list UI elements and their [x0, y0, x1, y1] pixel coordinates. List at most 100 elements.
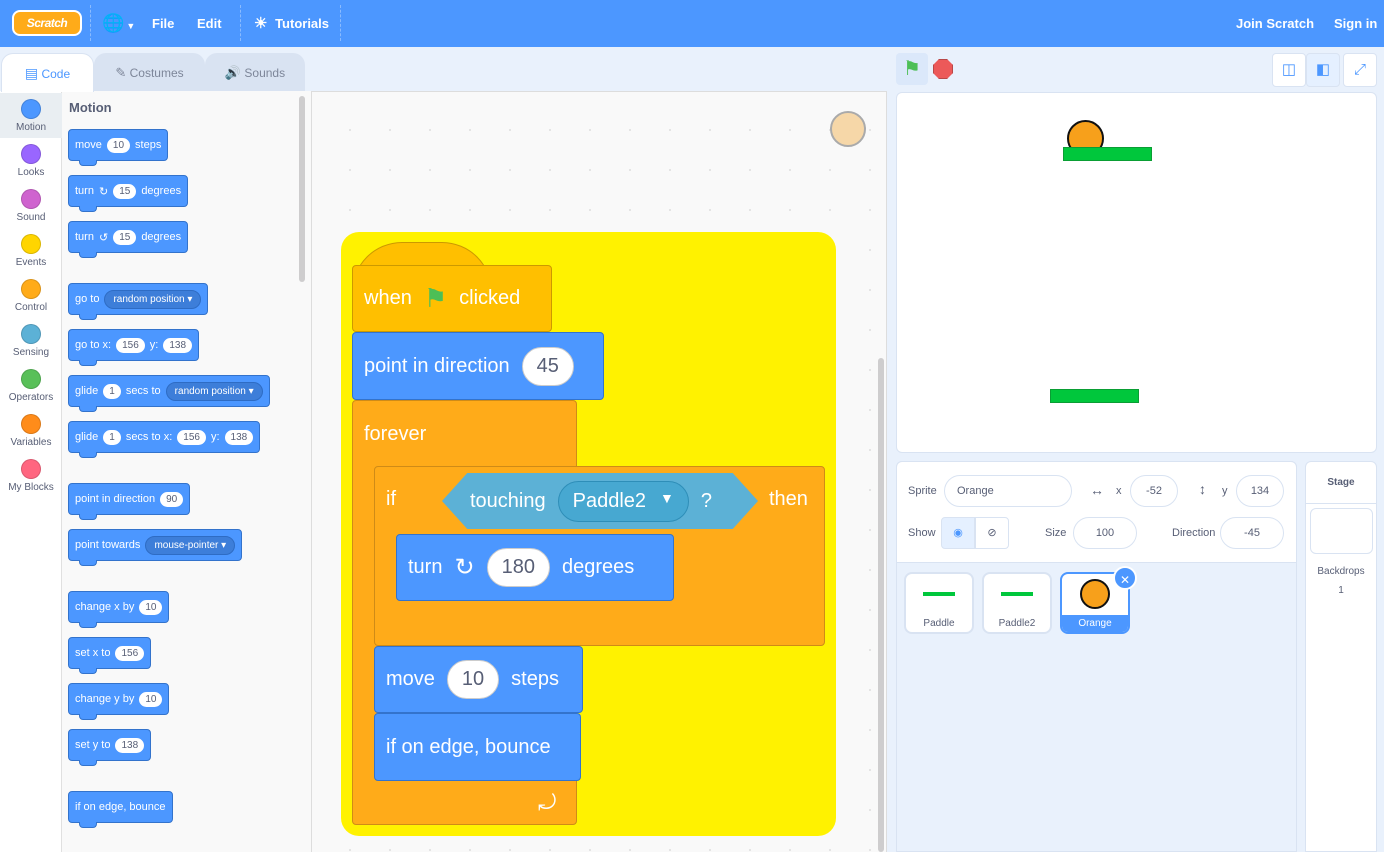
block-bounce[interactable]: if on edge, bounce [68, 791, 173, 828]
steps-input[interactable]: 10 [446, 660, 500, 699]
bounce-block[interactable]: if on edge, bounce [374, 713, 581, 781]
palette-scrollbar[interactable] [299, 96, 305, 282]
tab-code[interactable]: ▤ Code [1, 53, 94, 92]
move-steps-block[interactable]: move 10 steps [374, 646, 583, 713]
number-input[interactable]: 138 [163, 337, 193, 353]
tutorials-button[interactable]: ☀ Tutorials [254, 0, 329, 47]
backdrops-count: 1 [1338, 585, 1344, 596]
sprite-thumbnail [1080, 579, 1110, 609]
workspace-scrollbar[interactable] [878, 358, 884, 852]
fullscreen-icon: ⤢ [1353, 61, 1366, 78]
stop-button[interactable] [933, 59, 953, 79]
large-stage-button[interactable]: ◧ [1306, 53, 1340, 87]
stage-canvas[interactable] [896, 92, 1377, 453]
category-my-blocks[interactable]: My Blocks [0, 453, 62, 498]
category-looks[interactable]: Looks [0, 138, 62, 183]
direction-label: Direction [1172, 527, 1216, 539]
category-motion[interactable]: Motion [0, 93, 62, 138]
sign-in-link[interactable]: Sign in [1334, 0, 1377, 47]
edit-menu[interactable]: Edit [197, 0, 222, 47]
block-glide-xy[interactable]: glide 1 secs to x: 156 y: 138 [68, 421, 261, 458]
number-input[interactable]: 1 [103, 429, 121, 445]
dropdown-input[interactable]: random position ▾ [104, 289, 202, 309]
number-input[interactable]: 10 [139, 599, 163, 615]
file-menu[interactable]: File [152, 0, 174, 47]
show-visible-button[interactable]: ◉ [941, 517, 975, 549]
block-point-direction[interactable]: point in direction 90 [68, 483, 191, 520]
block-go-to[interactable]: go to random position ▾ [68, 283, 209, 320]
direction-input[interactable]: 45 [521, 346, 574, 386]
sprite-tile-paddle2[interactable]: Paddle2 [982, 572, 1052, 634]
scratch-logo[interactable]: Scratch [12, 10, 82, 36]
category-control[interactable]: Control [0, 273, 62, 318]
backdrop-thumbnail[interactable] [1309, 508, 1373, 554]
number-input[interactable]: 138 [115, 737, 145, 753]
turn-block[interactable]: turn ↻ 180 degrees [396, 534, 674, 601]
category-dot [21, 189, 41, 209]
x-input[interactable]: -52 [1130, 475, 1178, 507]
large-stage-icon: ◧ [1315, 61, 1331, 78]
green-flag-button[interactable]: ⚑ [896, 53, 928, 85]
stage-target-panel[interactable]: Stage Backdrops 1 [1305, 461, 1377, 852]
join-scratch-link[interactable]: Join Scratch [1236, 0, 1314, 47]
show-hidden-button[interactable]: ⊘ [975, 517, 1009, 549]
tab-costumes[interactable]: ✎ Costumes [94, 53, 205, 91]
block-change-x[interactable]: change x by 10 [68, 591, 170, 628]
sprite-name-input[interactable]: Orange [944, 475, 1072, 507]
number-input[interactable]: 90 [160, 491, 184, 507]
sprite-tile-paddle[interactable]: Paddle [904, 572, 974, 634]
number-input[interactable]: 15 [113, 229, 137, 245]
category-sound[interactable]: Sound [0, 183, 62, 228]
number-input[interactable]: 156 [116, 337, 145, 353]
fullscreen-button[interactable]: ⤢ [1343, 53, 1377, 87]
when-flag-clicked-block[interactable]: when ⚑ clicked [352, 265, 552, 332]
number-input[interactable]: 138 [224, 429, 254, 445]
tab-label: Sounds [244, 66, 286, 80]
category-events[interactable]: Events [0, 228, 62, 273]
number-input[interactable]: 15 [113, 183, 137, 199]
number-input[interactable]: 10 [139, 691, 163, 707]
speaker-icon: 🔊 [224, 65, 242, 80]
block-text: touching [470, 489, 546, 512]
number-input[interactable]: 156 [115, 645, 145, 661]
block-text: secs to x: [125, 431, 173, 443]
size-input[interactable]: 100 [1073, 517, 1137, 549]
touching-dropdown[interactable]: Paddle2 ▼ [557, 480, 689, 522]
category-sensing[interactable]: Sensing [0, 318, 62, 363]
block-text: clicked [459, 287, 521, 309]
category-variables[interactable]: Variables [0, 408, 62, 453]
block-point-towards[interactable]: point towards mouse-pointer ▾ [68, 529, 243, 566]
delete-sprite-button[interactable]: ✕ [1113, 566, 1137, 590]
small-stage-button[interactable]: ◫ [1272, 53, 1306, 87]
touching-condition[interactable]: touching Paddle2 ▼ ? [442, 473, 758, 529]
number-input[interactable]: 1 [103, 383, 121, 399]
palette-title: Motion [69, 100, 112, 115]
direction-input[interactable]: -45 [1220, 517, 1284, 549]
block-text: go to x: [75, 339, 112, 351]
degrees-input[interactable]: 180 [486, 548, 550, 587]
block-go-to-xy[interactable]: go to x: 156 y: 138 [68, 329, 200, 366]
block-notch [79, 560, 97, 566]
tab-label: Code [41, 67, 71, 81]
block-move-steps[interactable]: move 10 steps [68, 129, 169, 166]
tab-sounds[interactable]: 🔊 Sounds [205, 53, 305, 91]
category-operators[interactable]: Operators [0, 363, 62, 408]
block-notch [79, 314, 97, 320]
dropdown-input[interactable]: random position ▾ [165, 381, 263, 401]
block-glide[interactable]: glide 1 secs to random position ▾ [68, 375, 270, 412]
paddle-sprite[interactable] [1050, 389, 1139, 403]
block-text: if [386, 488, 396, 510]
language-menu[interactable]: 🌐 ▼ [102, 0, 136, 47]
block-change-y[interactable]: change y by 10 [68, 683, 170, 720]
block-turn-left[interactable]: turn ↺ 15 degrees [68, 221, 189, 258]
number-input[interactable]: 10 [106, 137, 131, 153]
block-set-y[interactable]: set y to 138 [68, 729, 152, 766]
number-input[interactable]: 156 [177, 429, 206, 445]
paddle2-sprite[interactable] [1063, 147, 1152, 161]
y-input[interactable]: 134 [1236, 475, 1284, 507]
block-set-x[interactable]: set x to 156 [68, 637, 152, 674]
point-in-direction-block[interactable]: point in direction 45 [352, 332, 604, 400]
dropdown-input[interactable]: mouse-pointer ▾ [145, 535, 236, 555]
block-turn-right[interactable]: turn ↻ 15 degrees [68, 175, 189, 212]
category-dot [21, 144, 41, 164]
